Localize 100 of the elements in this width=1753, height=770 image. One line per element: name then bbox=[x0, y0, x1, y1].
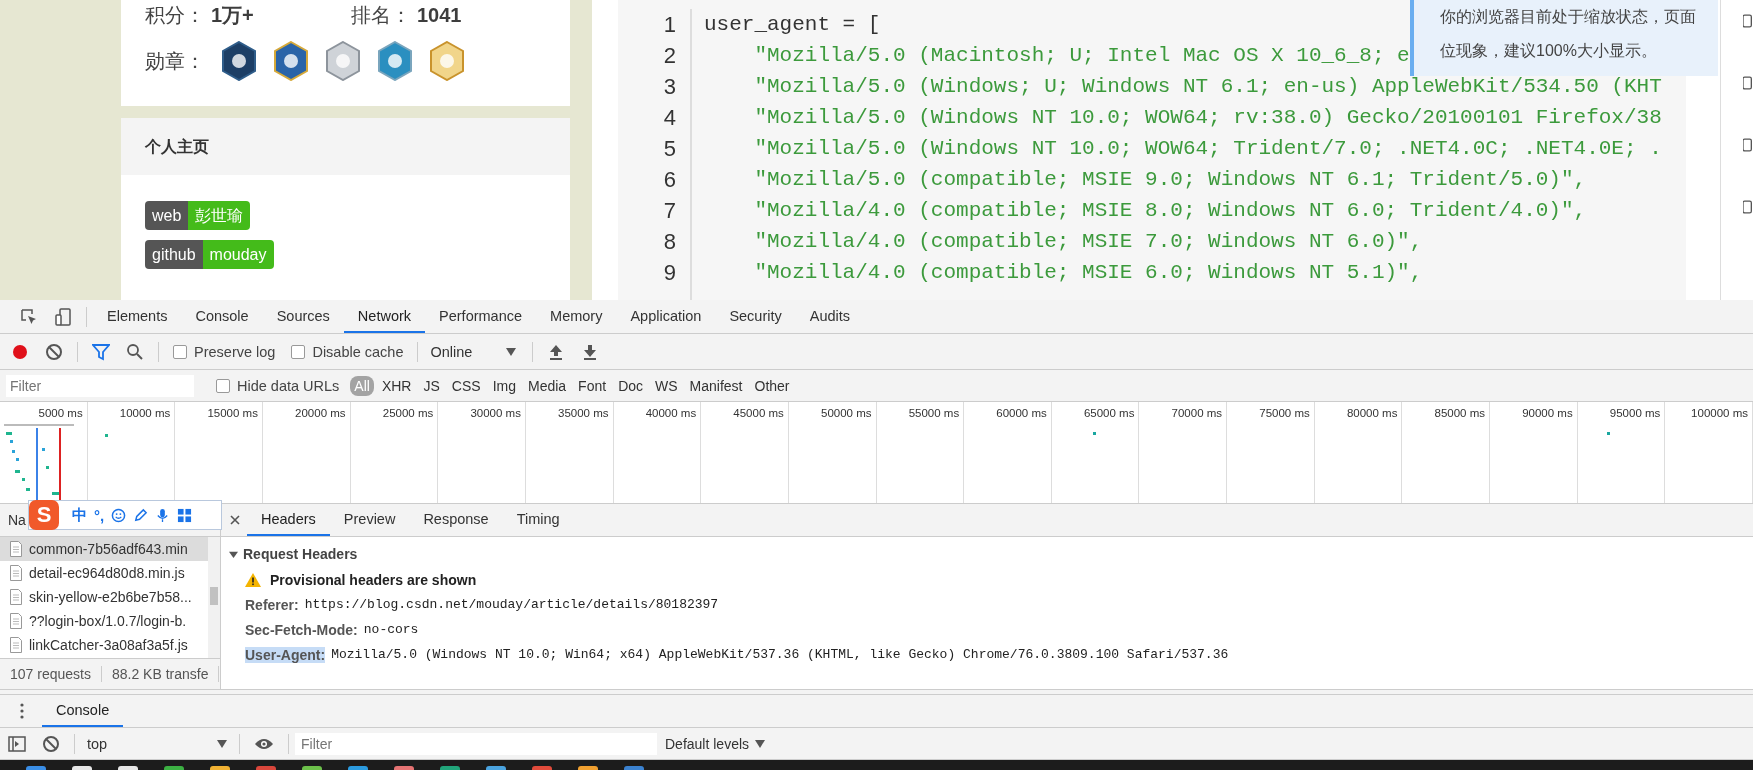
panel-tab[interactable]: Network bbox=[343, 300, 426, 333]
search-icon[interactable] bbox=[126, 342, 144, 361]
code-line: "Mozilla/4.0 (compatible; MSIE 8.0; Windows NT 6.0; Trident/4.0)", bbox=[753, 198, 1587, 224]
request-name: common-7b56adf643.min bbox=[29, 541, 188, 557]
header-name: User-Agent: bbox=[245, 646, 326, 663]
points-label: 积分： bbox=[145, 2, 205, 28]
warning-icon bbox=[245, 572, 261, 587]
name-column-header[interactable]: Na bbox=[8, 512, 26, 528]
filter-field[interactable]: Filter bbox=[6, 374, 194, 397]
request-row[interactable]: ??login-box/1.0.7/login-b. bbox=[0, 609, 208, 633]
time-tick-label: 95000 ms bbox=[1609, 407, 1661, 419]
request-name: ??login-box/1.0.7/login-b. bbox=[29, 613, 187, 629]
type-filter-button[interactable]: WS bbox=[651, 375, 682, 396]
time-tick-label: 80000 ms bbox=[1346, 407, 1398, 419]
type-filter-button[interactable]: Manifest bbox=[685, 375, 747, 396]
panel-tab[interactable]: Performance bbox=[425, 300, 537, 333]
header-value: https://blog.csdn.net/mouday/article/details/80182397 bbox=[304, 597, 719, 612]
time-tick-label: 60000 ms bbox=[996, 407, 1047, 419]
caret-icon bbox=[217, 739, 227, 748]
notice-text: 位现象，建议100%大小显示。 bbox=[1440, 41, 1658, 61]
request-headers-section[interactable]: Request Headers bbox=[229, 541, 1753, 567]
smiley-icon[interactable] bbox=[111, 507, 127, 523]
rank-label: 排名： bbox=[351, 2, 411, 28]
time-tick-label: 85000 ms bbox=[1434, 407, 1486, 419]
sidebar-toggle-icon[interactable] bbox=[8, 734, 26, 753]
ime-mode-toggle[interactable]: 中 bbox=[72, 505, 87, 525]
panel-tab[interactable]: Security bbox=[715, 300, 796, 333]
file-icon bbox=[10, 613, 22, 629]
header-value: Mozilla/5.0 (Windows NT 10.0; Win64; x64) AppleWebKit/537.36 (KHTML, like Gecko) Chrome/76.0.3809.100 Safari/537.36 bbox=[331, 647, 1229, 662]
summary-text: 88.2 KB transfe bbox=[101, 666, 220, 682]
drawer-tab[interactable]: Console bbox=[42, 695, 124, 727]
clear-console-icon[interactable] bbox=[42, 734, 60, 753]
line-number: 1 bbox=[662, 11, 677, 39]
detail-tab[interactable]: Headers bbox=[247, 504, 330, 536]
type-filter-button[interactable]: XHR bbox=[377, 375, 416, 396]
type-filter-button[interactable]: Other bbox=[750, 375, 794, 396]
filter-icon[interactable] bbox=[92, 342, 110, 361]
throttling-dropdown[interactable]: Online bbox=[424, 343, 527, 360]
panel-tab[interactable]: Console bbox=[181, 300, 263, 333]
time-tick-label: 5000 ms bbox=[38, 407, 83, 419]
request-row[interactable]: detail-ec964d80d8.min.js bbox=[0, 561, 208, 585]
record-button[interactable] bbox=[11, 342, 29, 361]
medal-icon[interactable] bbox=[273, 41, 309, 81]
more-options-icon[interactable] bbox=[20, 703, 24, 719]
toolbar-icon[interactable] bbox=[1743, 198, 1753, 216]
type-filter-button[interactable]: JS bbox=[419, 375, 444, 396]
pen-icon[interactable] bbox=[133, 507, 149, 523]
type-filter-button[interactable]: Doc bbox=[614, 375, 648, 396]
type-filter-button[interactable]: Media bbox=[523, 375, 571, 396]
file-icon bbox=[10, 541, 22, 557]
toolbar-icon[interactable] bbox=[1743, 136, 1753, 154]
caret-icon bbox=[755, 739, 766, 748]
toolbar-icon[interactable] bbox=[1743, 12, 1753, 30]
time-tick-label: 35000 ms bbox=[558, 407, 609, 419]
time-tick-label: 45000 ms bbox=[733, 407, 784, 419]
header-value: no-cors bbox=[363, 622, 419, 637]
eye-icon[interactable] bbox=[254, 736, 274, 751]
device-toolbar-icon[interactable] bbox=[54, 307, 72, 326]
medal-icon[interactable] bbox=[221, 41, 257, 81]
line-number: 4 bbox=[662, 104, 677, 132]
clear-icon[interactable] bbox=[45, 342, 63, 361]
time-tick-label: 55000 ms bbox=[908, 407, 960, 419]
console-filter-field[interactable]: Filter bbox=[295, 732, 657, 755]
ime-mode-toggle[interactable]: °, bbox=[94, 506, 105, 524]
detail-tab[interactable]: Response bbox=[409, 504, 503, 536]
code-line: user_agent = [ bbox=[704, 12, 881, 38]
type-filter-button[interactable]: Font bbox=[574, 375, 611, 396]
code-line: "Mozilla/5.0 (Windows NT 10.0; WOW64; rv:38.0) Gecko/20100101 Firefox/38 bbox=[753, 105, 1662, 131]
close-icon[interactable] bbox=[229, 514, 241, 526]
panel-tab[interactable]: Elements bbox=[93, 300, 182, 333]
file-icon bbox=[10, 565, 22, 581]
time-tick-label: 100000 ms bbox=[1691, 407, 1748, 419]
code-line: "Mozilla/5.0 (Windows; U; Windows NT 6.1; en-us) AppleWebKit/534.50 (KHT bbox=[753, 74, 1662, 100]
hide-data-urls-checkbox[interactable]: Hide data URLs bbox=[216, 377, 340, 394]
panel-tab[interactable]: Sources bbox=[262, 300, 344, 333]
request-row[interactable]: linkCatcher-3a08af3a5f.js bbox=[0, 633, 208, 657]
request-row[interactable]: skin-yellow-e2b6be7b58... bbox=[0, 585, 208, 609]
option-checkbox[interactable]: Disable cache bbox=[291, 343, 404, 360]
type-filter-button[interactable]: CSS bbox=[447, 375, 485, 396]
detail-tab[interactable]: Timing bbox=[502, 504, 574, 536]
type-filter-button[interactable]: Img bbox=[488, 375, 520, 396]
panel-tab[interactable]: Application bbox=[616, 300, 716, 333]
points-value: 1万+ bbox=[211, 2, 255, 28]
time-tick-label: 10000 ms bbox=[119, 407, 171, 419]
context-dropdown[interactable]: top bbox=[81, 735, 233, 752]
panel-tab[interactable]: Memory bbox=[536, 300, 617, 333]
inspect-icon[interactable] bbox=[20, 307, 38, 326]
request-name: linkCatcher-3a08af3a5f.js bbox=[29, 637, 188, 653]
summary-text: 107 requests bbox=[0, 666, 102, 682]
grid-icon[interactable] bbox=[177, 507, 193, 523]
detail-tab[interactable]: Preview bbox=[329, 504, 410, 536]
toolbar-icon[interactable] bbox=[1743, 74, 1753, 92]
request-name: detail-ec964d80d8.min.js bbox=[29, 565, 185, 581]
request-row[interactable]: common-7b56adf643.min bbox=[0, 537, 208, 561]
scrollbar[interactable] bbox=[208, 537, 220, 658]
log-levels-dropdown[interactable]: Default levels bbox=[665, 735, 766, 752]
panel-tab[interactable]: Audits bbox=[795, 300, 865, 333]
code-line: "Mozilla/5.0 (compatible; MSIE 9.0; Windows NT 6.1; Trident/5.0)", bbox=[753, 167, 1587, 193]
option-checkbox[interactable]: Preserve log bbox=[173, 343, 276, 360]
line-number: 2 bbox=[662, 42, 677, 70]
